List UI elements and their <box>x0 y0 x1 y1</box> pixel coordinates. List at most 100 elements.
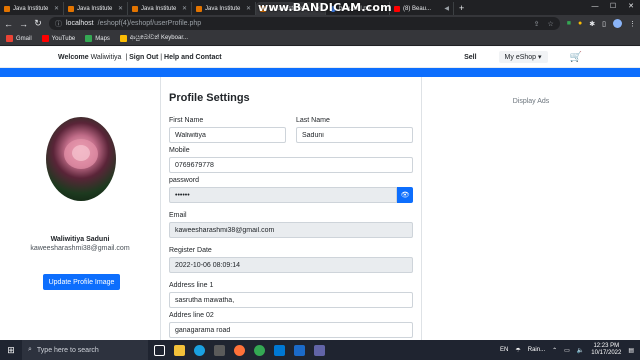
weather-icon[interactable]: ☂ <box>515 347 520 354</box>
reload-icon[interactable]: ↻ <box>34 18 42 29</box>
browser-tab[interactable]: (8) Beau... ◀ <box>390 2 454 15</box>
java-favicon-icon <box>68 5 74 12</box>
notifications-icon[interactable]: ▤ <box>628 347 634 354</box>
bookmark-youtube[interactable]: YouTube <box>41 35 75 42</box>
chevron-up-icon[interactable]: ⌃ <box>552 347 557 354</box>
register-date-field[interactable] <box>169 257 413 273</box>
url-input[interactable]: ⓘ localhost/eshopf(4)/eshopf/userProfile… <box>49 17 560 30</box>
new-tab-button[interactable]: + <box>454 2 469 15</box>
store-icon[interactable] <box>214 344 225 356</box>
gmail-icon <box>6 35 13 42</box>
bookmark-keyboard[interactable]: ආයුබෝවන් Keyboar... <box>119 35 188 42</box>
password-field[interactable] <box>169 187 398 203</box>
chrome-icon[interactable] <box>254 344 265 356</box>
share-icon[interactable]: ⇪ <box>534 20 540 28</box>
site-header: Welcome Waliwitiya | Sign Out | Help and… <box>0 47 640 68</box>
name-row: First Name Last Name <box>169 117 413 143</box>
bookmark-gmail[interactable]: Gmail <box>6 35 32 42</box>
mobile-group: Mobile <box>169 147 413 173</box>
vscode-icon[interactable] <box>274 344 285 356</box>
search-icon: ⌕ <box>28 346 32 353</box>
url-host: localhost <box>66 20 94 27</box>
address2-group: Addres line 02 <box>169 312 413 338</box>
windows-start-icon[interactable]: ⊞ <box>0 345 22 356</box>
browser-tab[interactable]: Java Institute ✕ <box>192 2 256 15</box>
my-eshop-dropdown[interactable]: My eShop ▾ <box>498 51 548 63</box>
address2-field[interactable] <box>169 322 413 338</box>
close-tab-icon[interactable]: ✕ <box>182 5 187 12</box>
email-label: Email <box>169 212 187 219</box>
window-controls: — ☐ ✕ <box>586 0 640 15</box>
youtube-favicon-icon <box>394 5 400 12</box>
forward-arrow-icon[interactable]: → <box>19 19 28 29</box>
close-tab-icon[interactable]: ✕ <box>118 5 123 12</box>
edge-icon[interactable] <box>194 344 205 356</box>
help-contact-link[interactable]: Help and Contact <box>164 54 222 61</box>
show-password-button[interactable]: 👁 <box>397 187 413 203</box>
app-icon[interactable] <box>314 344 325 356</box>
password-label: password <box>169 177 199 184</box>
close-window-icon[interactable]: ✕ <box>622 0 640 15</box>
header-accent-bar <box>0 68 640 77</box>
profile-image <box>46 117 116 201</box>
clock[interactable]: 12:23 PM 10/17/2022 <box>591 343 621 357</box>
java-favicon-icon <box>132 5 138 12</box>
address1-field[interactable] <box>169 292 413 308</box>
sign-out-link[interactable]: Sign Out <box>129 54 158 61</box>
url-path: /eshopf(4)/eshopf/userProfile.php <box>97 20 202 27</box>
bookmark-star-icon[interactable]: ☆ <box>548 20 554 28</box>
sell-link[interactable]: Sell <box>464 54 476 61</box>
email-group: Email <box>169 212 413 238</box>
netbeans-icon[interactable] <box>294 344 305 356</box>
address1-label: Address line 1 <box>169 282 214 289</box>
address1-group: Address line 1 <box>169 282 413 308</box>
profile-avatar-icon[interactable] <box>613 19 622 28</box>
browser-tab[interactable]: Java Institute ✕ <box>128 2 192 15</box>
weather-text[interactable]: Rain... <box>528 347 545 353</box>
maximize-icon[interactable]: ☐ <box>604 0 622 15</box>
taskbar-search-input[interactable]: ⌕ Type here to search <box>22 340 148 360</box>
firefox-icon[interactable] <box>234 344 245 356</box>
task-view-icon[interactable] <box>154 344 165 356</box>
browser-tab[interactable]: Java Institute ✕ <box>0 2 64 15</box>
cart-icon[interactable]: 🛒 <box>570 52 582 63</box>
bookmark-maps[interactable]: Maps <box>85 35 110 42</box>
close-tab-icon[interactable]: ✕ <box>246 5 251 12</box>
email-field[interactable] <box>169 222 413 238</box>
menu-dots-icon[interactable]: ⋮ <box>629 20 636 28</box>
first-name-field[interactable] <box>169 127 286 143</box>
network-icon[interactable]: ▭ <box>564 347 570 354</box>
bandicam-watermark: www.BANDICAM.com <box>258 1 392 14</box>
eye-icon: 👁 <box>400 192 410 199</box>
back-arrow-icon[interactable]: ← <box>4 19 13 29</box>
close-tab-icon[interactable]: ✕ <box>54 5 59 12</box>
password-input-group: 👁 <box>169 187 413 203</box>
browser-tab-strip: Java Institute ✕ Java Institute ✕ Java Ins… <box>0 0 640 15</box>
form-title: Profile Settings <box>169 92 250 104</box>
file-explorer-icon[interactable] <box>174 344 185 356</box>
extension-icon[interactable]: ● <box>578 20 582 27</box>
update-profile-image-button[interactable]: Update Profile Image <box>43 274 120 290</box>
address2-label: Addres line 02 <box>169 312 214 319</box>
extensions-area: ■ ● ✱ ▯ ⋮ <box>567 19 636 28</box>
extension-icon[interactable]: ■ <box>567 20 571 27</box>
site-info-icon[interactable]: ⓘ <box>55 19 62 29</box>
profile-sidebar: Waliwitiya Saduni kaweesharashmi38@gmail… <box>0 77 160 340</box>
profile-content: Waliwitiya Saduni kaweesharashmi38@gmail… <box>0 77 640 340</box>
sidebar-icon[interactable]: ▯ <box>602 20 606 28</box>
language-indicator[interactable]: EN <box>500 347 508 353</box>
windows-taskbar: ⊞ ⌕ Type here to search EN ☂ Rain... ⌃ ▭… <box>0 340 640 360</box>
password-group: password 👁 <box>169 177 413 203</box>
youtube-icon <box>41 35 49 42</box>
minimize-icon[interactable]: — <box>586 0 604 15</box>
display-ads-label: Display Ads <box>512 98 550 105</box>
mobile-field[interactable] <box>169 157 413 173</box>
volume-icon[interactable]: 🔈 <box>577 347 584 354</box>
ads-column: Display Ads <box>422 77 640 340</box>
puzzle-icon[interactable]: ✱ <box>589 20 595 28</box>
register-date-group: Register Date <box>169 247 413 273</box>
register-date-label: Register Date <box>169 247 212 254</box>
browser-tab[interactable]: Java Institute ✕ <box>64 2 128 15</box>
last-name-field[interactable] <box>296 127 413 143</box>
mobile-label: Mobile <box>169 147 190 154</box>
